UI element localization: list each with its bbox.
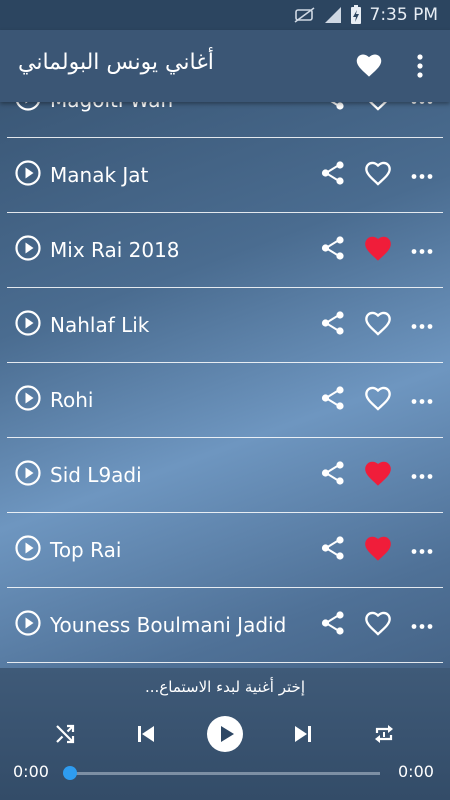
heart-icon xyxy=(365,311,391,336)
heart-icon xyxy=(365,536,391,561)
more-horizontal-icon xyxy=(411,399,433,404)
now-playing-text: إختر أغنية لبدء الاستماع... xyxy=(145,678,305,696)
repeat-icon xyxy=(375,725,393,743)
share-button[interactable] xyxy=(320,385,346,415)
heart-icon xyxy=(356,54,382,77)
share-button[interactable] xyxy=(320,535,346,565)
shuffle-button[interactable] xyxy=(53,722,77,750)
more-horizontal-icon xyxy=(411,324,433,329)
song-list[interactable]: Magolti WahManak JatMix Rai 2018Nahlaf L… xyxy=(0,30,450,668)
share-icon xyxy=(321,461,344,485)
favorite-toggle[interactable] xyxy=(364,310,392,340)
favorite-toggle[interactable] xyxy=(364,535,392,565)
song-title: Nahlaf Lik xyxy=(50,313,150,337)
play-button[interactable] xyxy=(206,715,244,757)
play-song-button[interactable] xyxy=(15,310,41,340)
more-horizontal-icon xyxy=(411,249,433,254)
more-vertical-icon xyxy=(417,54,423,78)
favorite-toggle[interactable] xyxy=(364,160,392,190)
share-icon xyxy=(321,386,344,410)
status-bar: 7:35 PM xyxy=(0,0,450,30)
song-title: Rohi xyxy=(50,388,94,412)
no-sim-icon xyxy=(294,7,316,23)
heart-icon xyxy=(365,236,391,261)
share-button[interactable] xyxy=(320,460,346,490)
previous-button[interactable] xyxy=(134,722,158,750)
play-circle-icon xyxy=(15,310,41,336)
play-song-button[interactable] xyxy=(15,610,41,640)
heart-icon xyxy=(365,461,391,486)
share-icon xyxy=(321,536,344,560)
song-more-button[interactable] xyxy=(411,241,433,260)
seek-bar[interactable] xyxy=(70,772,380,775)
play-song-button[interactable] xyxy=(15,385,41,415)
favorite-toggle[interactable] xyxy=(364,610,392,640)
song-row[interactable]: Rohi xyxy=(7,363,443,438)
song-more-button[interactable] xyxy=(411,541,433,560)
signal-icon xyxy=(324,6,342,24)
app-bar: أغاني يونس البولماني xyxy=(0,30,450,102)
song-title: Sid L9adi xyxy=(50,463,142,487)
player-bar: إختر أغنية لبدء الاستماع... 0:00 0:00 xyxy=(0,668,450,800)
heart-icon xyxy=(365,161,391,186)
song-row[interactable]: Mix Rai 2018 xyxy=(7,213,443,288)
battery-charging-icon xyxy=(350,5,362,25)
play-circle-icon xyxy=(15,610,41,636)
share-button[interactable] xyxy=(320,310,346,340)
elapsed-time: 0:00 xyxy=(13,762,49,781)
share-icon xyxy=(321,311,344,335)
play-circle-icon xyxy=(15,235,41,261)
share-button[interactable] xyxy=(320,235,346,265)
song-row[interactable]: Top Rai xyxy=(7,513,443,588)
heart-icon xyxy=(365,386,391,411)
play-song-button[interactable] xyxy=(15,235,41,265)
play-circle-icon xyxy=(15,460,41,486)
play-circle-icon xyxy=(15,535,41,561)
repeat-button[interactable] xyxy=(372,722,396,750)
more-horizontal-icon xyxy=(411,174,433,179)
song-title: Top Rai xyxy=(50,538,122,562)
favorite-toggle[interactable] xyxy=(364,460,392,490)
favorite-toggle[interactable] xyxy=(364,385,392,415)
more-horizontal-icon xyxy=(411,474,433,479)
share-icon xyxy=(321,236,344,260)
song-more-button[interactable] xyxy=(411,466,433,485)
song-row[interactable]: Sid L9adi xyxy=(7,438,443,513)
heart-icon xyxy=(365,611,391,636)
song-title: Manak Jat xyxy=(50,163,149,187)
play-song-button[interactable] xyxy=(15,535,41,565)
favorite-toggle[interactable] xyxy=(364,235,392,265)
favorites-button[interactable] xyxy=(355,52,383,82)
share-icon xyxy=(321,611,344,635)
play-icon xyxy=(207,716,243,752)
more-horizontal-icon xyxy=(411,624,433,629)
next-icon xyxy=(295,726,311,742)
share-button[interactable] xyxy=(320,610,346,640)
duration-time: 0:00 xyxy=(398,762,434,781)
share-button[interactable] xyxy=(320,160,346,190)
seek-thumb[interactable] xyxy=(63,766,77,780)
song-row[interactable]: Nahlaf Lik xyxy=(7,288,443,363)
play-circle-icon xyxy=(15,160,41,186)
play-song-button[interactable] xyxy=(15,460,41,490)
play-song-button[interactable] xyxy=(15,160,41,190)
song-more-button[interactable] xyxy=(411,316,433,335)
song-title: Mix Rai 2018 xyxy=(50,238,180,262)
song-more-button[interactable] xyxy=(411,166,433,185)
song-more-button[interactable] xyxy=(411,391,433,410)
previous-icon xyxy=(138,726,154,742)
song-title: Youness Boulmani Jadid xyxy=(50,613,287,637)
status-time: 7:35 PM xyxy=(369,5,439,25)
song-more-button[interactable] xyxy=(411,616,433,635)
share-icon xyxy=(321,161,344,185)
more-horizontal-icon xyxy=(411,549,433,554)
song-row[interactable]: Youness Boulmani Jadid xyxy=(7,588,443,663)
app-title: أغاني يونس البولماني xyxy=(18,50,214,75)
overflow-menu-button[interactable] xyxy=(414,52,426,84)
next-button[interactable] xyxy=(291,722,315,750)
shuffle-icon xyxy=(56,724,75,744)
song-row[interactable]: Manak Jat xyxy=(7,138,443,213)
play-circle-icon xyxy=(15,385,41,411)
